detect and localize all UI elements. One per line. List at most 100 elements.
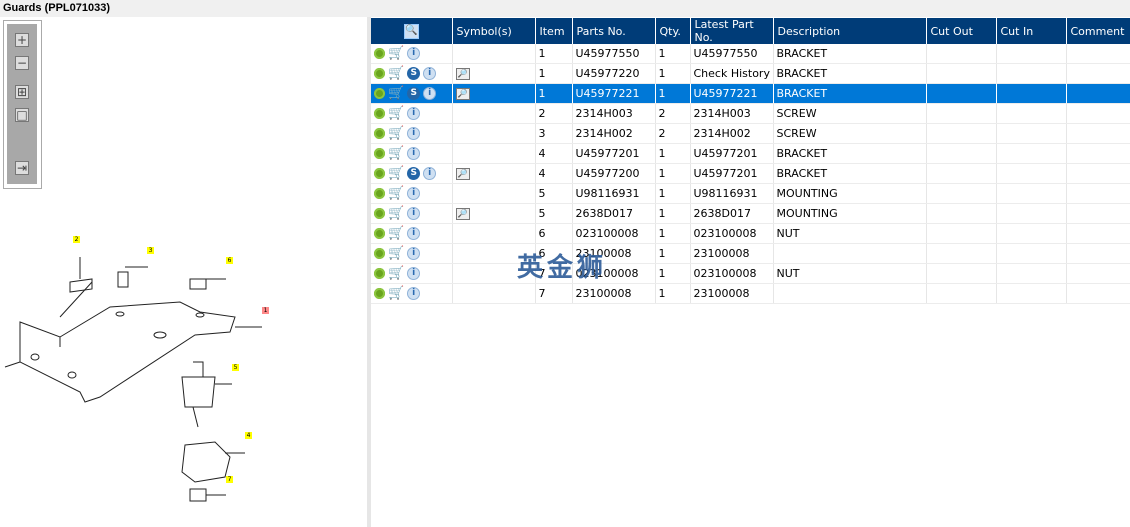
- cell-part: U45977221: [572, 83, 656, 104]
- info-icon[interactable]: i: [407, 47, 421, 60]
- info-icon[interactable]: i: [407, 147, 421, 160]
- cart-icon[interactable]: 🛒: [388, 86, 404, 101]
- cart-icon[interactable]: 🛒: [388, 226, 404, 241]
- table-row[interactable]: 🛒 i 🔎 5 2638D017 1 2638D017 MOUNTING: [371, 203, 1130, 224]
- row-actions: 🛒 i: [371, 223, 453, 244]
- supersession-icon[interactable]: S: [407, 87, 421, 100]
- info-icon[interactable]: i: [407, 107, 421, 120]
- gear-icon[interactable]: [374, 288, 385, 299]
- column-header-item[interactable]: Item: [535, 18, 573, 44]
- column-header-parts-no[interactable]: Parts No.: [572, 18, 656, 44]
- cart-icon[interactable]: 🛒: [388, 186, 404, 201]
- gear-icon[interactable]: [374, 248, 385, 259]
- cell-part: 2638D017: [572, 203, 656, 224]
- gear-icon[interactable]: [374, 108, 385, 119]
- table-row[interactable]: 🛒 i 4 U45977201 1 U45977201 BRACKET: [371, 143, 1130, 164]
- cart-icon[interactable]: 🛒: [388, 246, 404, 261]
- cell-comment: [1066, 283, 1130, 304]
- table-row[interactable]: 🛒 i 1 U45977550 1 U45977550 BRACKET: [371, 44, 1130, 64]
- supersession-icon[interactable]: S: [407, 67, 421, 80]
- gear-icon[interactable]: [374, 68, 385, 79]
- cart-icon[interactable]: 🛒: [388, 46, 404, 61]
- table-row[interactable]: 🛒 Si 🔎 1 U45977220 1 Check History BRACKET: [371, 63, 1130, 84]
- cart-icon[interactable]: 🛒: [388, 206, 404, 221]
- cell-item: 1: [535, 44, 573, 64]
- gear-icon[interactable]: [374, 148, 385, 159]
- cell-desc: SCREW: [773, 103, 927, 124]
- cart-icon[interactable]: 🛒: [388, 106, 404, 121]
- cell-item: 2: [535, 103, 573, 124]
- zoom-in-button[interactable]: +: [15, 33, 29, 47]
- cell-item: 5: [535, 203, 573, 224]
- cart-icon[interactable]: 🛒: [388, 66, 404, 81]
- gear-icon[interactable]: [374, 208, 385, 219]
- cart-icon[interactable]: 🛒: [388, 286, 404, 301]
- info-icon[interactable]: i: [407, 247, 421, 260]
- callout[interactable]: 7: [226, 476, 233, 483]
- cell-comment: [1066, 243, 1130, 264]
- callout[interactable]: 1: [262, 307, 269, 314]
- row-actions: 🛒 i: [371, 183, 453, 204]
- table-row[interactable]: 🛒 i 6 023100008 1 023100008 NUT: [371, 223, 1130, 244]
- cart-icon[interactable]: 🛒: [388, 126, 404, 141]
- drawing-pane[interactable]: 2 3 6 1 5 4 7: [0, 17, 367, 527]
- info-icon[interactable]: i: [423, 67, 437, 80]
- table-row[interactable]: 🛒 Si 🔎 4 U45977200 1 U45977201 BRACKET: [371, 163, 1130, 184]
- zoom-window-button[interactable]: □: [15, 108, 29, 122]
- info-icon[interactable]: i: [407, 287, 421, 300]
- cell-latest: 23100008: [690, 243, 774, 264]
- cell-cut-in: [996, 203, 1067, 224]
- table-row[interactable]: 🛒 Si 🔎 1 U45977221 1 U45977221 BRACKET: [371, 83, 1130, 104]
- callout[interactable]: 4: [245, 432, 252, 439]
- info-icon[interactable]: i: [423, 167, 437, 180]
- column-header-comment[interactable]: Comment: [1066, 18, 1130, 44]
- table-row[interactable]: 🛒 i 5 U98116931 1 U98116931 MOUNTING: [371, 183, 1130, 204]
- cell-item: 6: [535, 223, 573, 244]
- toggle-list-button[interactable]: ⇥: [15, 161, 29, 175]
- cell-desc: BRACKET: [773, 143, 927, 164]
- cart-icon[interactable]: 🛒: [388, 166, 404, 181]
- gear-icon[interactable]: [374, 88, 385, 99]
- info-icon[interactable]: i: [407, 187, 421, 200]
- column-header-cut-out[interactable]: Cut Out: [926, 18, 997, 44]
- supersession-icon[interactable]: S: [407, 167, 421, 180]
- table-row[interactable]: 🛒 i 2 2314H003 2 2314H003 SCREW: [371, 103, 1130, 124]
- info-icon[interactable]: i: [407, 267, 421, 280]
- gear-icon[interactable]: [374, 168, 385, 179]
- book-icon[interactable]: 🔎: [455, 168, 470, 180]
- cell-cut-out: [926, 263, 997, 284]
- callout[interactable]: 5: [232, 364, 239, 371]
- table-row[interactable]: 🛒 i 7 023100008 1 023100008 NUT: [371, 263, 1130, 284]
- search-icon[interactable]: 🔍: [403, 24, 419, 39]
- callout[interactable]: 3: [147, 247, 154, 254]
- book-icon[interactable]: 🔎: [455, 68, 470, 80]
- info-icon[interactable]: i: [423, 87, 437, 100]
- book-icon[interactable]: 🔎: [455, 208, 470, 220]
- table-row[interactable]: 🛒 i 7 23100008 1 23100008: [371, 283, 1130, 304]
- fit-view-button[interactable]: ⊞: [15, 85, 29, 99]
- gear-icon[interactable]: [374, 228, 385, 239]
- cart-icon[interactable]: 🛒: [388, 266, 404, 281]
- column-header-symbols[interactable]: Symbol(s): [452, 18, 536, 44]
- callout[interactable]: 6: [226, 257, 233, 264]
- column-header-cut-in[interactable]: Cut In: [996, 18, 1067, 44]
- column-header-search[interactable]: 🔍: [371, 18, 453, 44]
- info-icon[interactable]: i: [407, 127, 421, 140]
- table-row[interactable]: 🛒 i 3 2314H002 2 2314H002 SCREW: [371, 123, 1130, 144]
- book-icon[interactable]: 🔎: [455, 88, 470, 100]
- gear-icon[interactable]: [374, 268, 385, 279]
- column-header-latest-part-no[interactable]: Latest Part No.: [690, 18, 774, 44]
- gear-icon[interactable]: [374, 188, 385, 199]
- cart-icon[interactable]: 🛒: [388, 146, 404, 161]
- cell-part: 23100008: [572, 283, 656, 304]
- callout[interactable]: 2: [73, 236, 80, 243]
- gear-icon[interactable]: [374, 128, 385, 139]
- symbols-cell: [452, 283, 536, 304]
- column-header-description[interactable]: Description: [773, 18, 927, 44]
- info-icon[interactable]: i: [407, 227, 421, 240]
- info-icon[interactable]: i: [407, 207, 421, 220]
- table-row[interactable]: 🛒 i 6 23100008 1 23100008: [371, 243, 1130, 264]
- zoom-out-button[interactable]: −: [15, 56, 29, 70]
- column-header-qty[interactable]: Qty.: [655, 18, 691, 44]
- gear-icon[interactable]: [374, 48, 385, 59]
